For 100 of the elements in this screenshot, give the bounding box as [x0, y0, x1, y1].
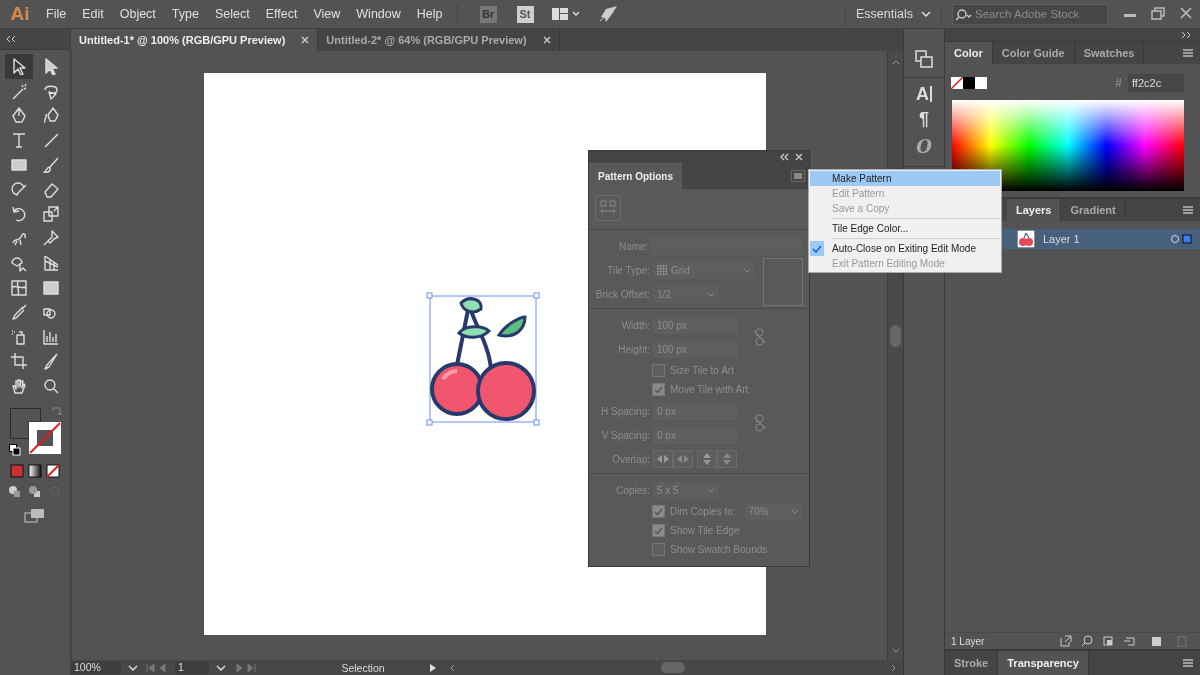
close-icon[interactable]	[542, 36, 551, 44]
scale-icon[interactable]	[42, 204, 60, 223]
layout-icon[interactable]	[551, 7, 582, 21]
chevron-down-icon	[743, 267, 751, 273]
none-mode-icon[interactable]	[46, 464, 60, 479]
panel-tab[interactable]: Color Guide	[992, 42, 1075, 64]
checkbox[interactable]	[652, 364, 665, 377]
panel-tab[interactable]: Swatches	[1074, 42, 1145, 64]
search-field[interactable]: Search Adobe Stock	[952, 3, 1108, 25]
scrollbar-thumb[interactable]	[661, 662, 685, 673]
eyedropper-icon[interactable]	[10, 303, 28, 322]
line-icon[interactable]	[42, 131, 60, 150]
checkbox[interactable]	[652, 505, 665, 518]
gradient-icon[interactable]	[42, 278, 60, 297]
target-icon[interactable]	[1170, 234, 1192, 244]
perspective-grid-icon[interactable]	[42, 254, 60, 273]
collapse-close-icon[interactable]	[779, 153, 805, 161]
workspace-switcher[interactable]: Essentials	[845, 2, 942, 26]
menu-item[interactable]: View	[305, 7, 349, 21]
menu-item[interactable]: File	[38, 7, 75, 21]
panel-tab[interactable]: Color	[945, 42, 993, 64]
menu-item[interactable]: Object	[111, 7, 164, 21]
check-icon	[812, 244, 822, 253]
color-spectrum[interactable]	[952, 100, 1184, 191]
menu-icon[interactable]	[1182, 205, 1194, 215]
app-logo: Ai	[9, 3, 31, 25]
panel-tab[interactable]: Layers	[1007, 199, 1062, 221]
menu-item[interactable]: Effect	[257, 7, 306, 21]
panel-tab[interactable]: Pattern Options	[589, 163, 682, 189]
menu-icon[interactable]	[1182, 658, 1194, 668]
chevron-down-icon[interactable]	[215, 663, 227, 672]
column-graph-icon[interactable]	[42, 327, 60, 346]
fill-swatch[interactable]	[10, 408, 41, 440]
tile-preview	[763, 258, 803, 306]
chevron-down-icon	[790, 509, 799, 514]
menu-item[interactable]: Window	[348, 7, 409, 21]
expand-icon[interactable]	[1180, 31, 1192, 39]
hex-label: #	[1115, 76, 1122, 90]
magic-wand-icon[interactable]	[10, 81, 28, 100]
curvature-pen-icon[interactable]	[42, 106, 60, 125]
draw-normal-icon[interactable]	[7, 484, 23, 499]
menu-item[interactable]: Type	[163, 7, 207, 21]
selection-arrow-icon[interactable]	[10, 57, 28, 76]
checkbox[interactable]	[652, 383, 665, 396]
panel-tab[interactable]: Transparency	[998, 651, 1089, 675]
menu-item[interactable]: Make Pattern	[810, 171, 1000, 186]
chevron-down-icon	[921, 11, 931, 17]
default-colors-icon[interactable]	[9, 444, 21, 457]
zoom-field[interactable]: 100%	[71, 661, 121, 674]
checkbox[interactable]	[652, 524, 665, 537]
pen-icon[interactable]	[10, 106, 28, 125]
shape-builder-icon[interactable]	[10, 254, 28, 273]
scroll-up-icon[interactable]	[891, 59, 900, 65]
menu-item[interactable]: Select	[206, 7, 258, 21]
scroll-left-icon[interactable]	[449, 663, 455, 672]
panel-tab[interactable]: Gradient	[1061, 199, 1126, 221]
direct-selection-icon[interactable]	[42, 57, 60, 76]
stroke-swatch[interactable]	[29, 422, 61, 455]
draw-behind-icon[interactable]	[27, 484, 43, 499]
menu-icon[interactable]	[1182, 48, 1194, 58]
arrange-icon[interactable]	[914, 49, 934, 69]
checkbox[interactable]	[652, 543, 665, 556]
slice-icon[interactable]	[42, 352, 60, 371]
shaper-icon[interactable]	[10, 180, 28, 199]
chevron-down-icon	[707, 487, 715, 493]
hex-field[interactable]: ff2c2c	[1128, 74, 1184, 92]
menu-item[interactable]: Auto-Close on Exiting Edit Mode	[810, 241, 1000, 256]
stock-button[interactable]: St	[516, 5, 534, 23]
symbol-sprayer-icon[interactable]	[10, 327, 28, 346]
page-field[interactable]: 1	[175, 661, 209, 674]
chevron-down-icon[interactable]	[127, 663, 139, 672]
close-icon[interactable]	[301, 36, 310, 44]
chevron-down-icon	[707, 291, 715, 297]
paintbrush-icon[interactable]	[42, 155, 60, 174]
status-text: Selection	[340, 661, 386, 674]
document-tab[interactable]: Untitled-1* @ 100% (RGB/GPU Preview)	[71, 29, 319, 51]
menu-item[interactable]: Edit	[74, 7, 112, 21]
artboard-icon[interactable]	[10, 352, 28, 371]
layer-count: 1 Layer	[951, 635, 985, 647]
opentype-panel-icon[interactable]: O	[916, 136, 932, 158]
menu-icon[interactable]	[791, 170, 805, 182]
scroll-right-icon[interactable]	[891, 663, 897, 672]
pin-icon[interactable]	[42, 229, 60, 248]
type-icon[interactable]	[10, 131, 28, 150]
color-swatches-icon[interactable]	[951, 77, 987, 89]
screen-mode-icon[interactable]	[24, 508, 46, 525]
scrollbar-thumb[interactable]	[890, 325, 901, 347]
play-icon[interactable]	[429, 662, 437, 673]
mesh-icon[interactable]	[10, 278, 28, 297]
scroll-down-icon[interactable]	[891, 648, 900, 654]
rotate-icon[interactable]	[10, 204, 28, 223]
hand-icon[interactable]	[10, 377, 28, 395]
color-mode-icon[interactable]	[10, 464, 24, 479]
collapse-icon[interactable]	[5, 35, 17, 43]
cherry-thumbnail-icon	[1017, 230, 1035, 248]
gradient-mode-icon[interactable]	[28, 464, 42, 479]
menu-item[interactable]: Help	[408, 7, 451, 21]
paragraph-panel-icon[interactable]: ¶	[919, 108, 929, 130]
tile-editor-icon[interactable]	[595, 195, 621, 221]
zoom-icon[interactable]	[42, 377, 60, 395]
